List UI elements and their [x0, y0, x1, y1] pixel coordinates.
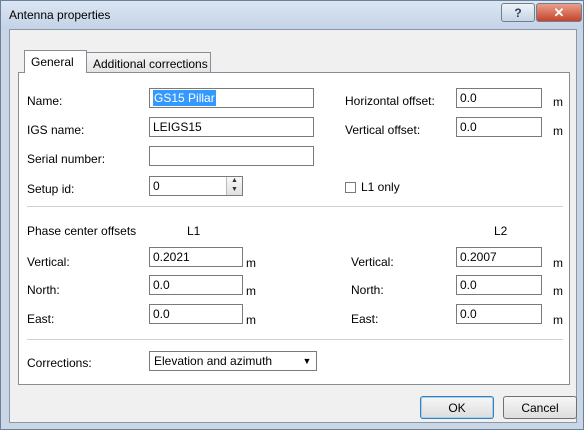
corrections-label: Corrections: [27, 356, 92, 370]
close-button[interactable]: ✕ [536, 3, 582, 22]
title-bar[interactable]: Antenna properties ? ✕ [1, 1, 583, 29]
l2-north-field[interactable]: 0.0 [456, 275, 542, 295]
l1-north-label: North: [27, 283, 60, 297]
separator [27, 339, 563, 340]
l1-north-unit: m [246, 284, 256, 298]
name-field[interactable]: GS15 Pillar [149, 88, 314, 108]
l2-east-field[interactable]: 0.0 [456, 304, 542, 324]
close-icon: ✕ [553, 4, 565, 20]
cancel-button[interactable]: Cancel [503, 396, 577, 419]
vertical-offset-label: Vertical offset: [345, 123, 421, 137]
l1-vertical-label: Vertical: [27, 255, 70, 269]
l2-east-unit: m [553, 313, 563, 327]
phase-center-header: Phase center offsets [27, 224, 137, 238]
window-title: Antenna properties [9, 8, 111, 22]
help-button[interactable]: ? [501, 3, 535, 22]
igs-name-label: IGS name: [27, 123, 85, 137]
setup-id-spin[interactable]: ▲ ▼ [226, 177, 242, 195]
name-label: Name: [27, 94, 63, 108]
setup-id-label: Setup id: [27, 182, 75, 196]
igs-name-field[interactable]: LEIGS15 [149, 117, 314, 137]
help-icon: ? [514, 5, 522, 20]
name-value: GS15 Pillar [153, 90, 216, 106]
l1-vertical-field[interactable]: 0.2021 [149, 247, 243, 267]
horizontal-offset-field[interactable]: 0.0 [456, 88, 542, 108]
serial-number-field[interactable] [149, 146, 314, 166]
l2-header: L2 [494, 224, 508, 238]
l1-east-field[interactable]: 0.0 [149, 304, 243, 324]
tab-panel-general: Name: GS15 Pillar IGS name: LEIGS15 Seri… [18, 72, 570, 385]
l1-only-checkbox[interactable] [345, 182, 356, 193]
vertical-offset-unit: m [553, 124, 563, 138]
tab-additional-corrections[interactable]: Additional corrections [86, 52, 211, 73]
corrections-dropdown[interactable]: Elevation and azimuth ▼ [149, 351, 317, 371]
serial-number-label: Serial number: [27, 152, 106, 166]
setup-id-stepper[interactable]: 0 ▲ ▼ [149, 176, 243, 196]
l2-east-label: East: [351, 312, 379, 326]
horizontal-offset-unit: m [553, 95, 563, 109]
tab-general[interactable]: General [24, 50, 87, 73]
spin-up-icon[interactable]: ▲ [227, 177, 242, 185]
separator [27, 206, 563, 207]
vertical-offset-field[interactable]: 0.0 [456, 117, 542, 137]
l1-east-label: East: [27, 312, 55, 326]
dialog-client: General Additional corrections Name: GS1… [9, 29, 577, 423]
dialog-window: Antenna properties ? ✕ General Additiona… [0, 0, 584, 430]
l2-vertical-unit: m [553, 256, 563, 270]
setup-id-value: 0 [153, 179, 160, 193]
l2-vertical-label: Vertical: [351, 255, 394, 269]
l1-east-unit: m [246, 313, 256, 327]
l1-only-label: L1 only [361, 180, 400, 194]
l2-north-unit: m [553, 284, 563, 298]
l1-vertical-unit: m [246, 256, 256, 270]
l2-north-label: North: [351, 283, 384, 297]
chevron-down-icon[interactable]: ▼ [299, 353, 315, 369]
l1-north-field[interactable]: 0.0 [149, 275, 243, 295]
ok-button[interactable]: OK [420, 396, 494, 419]
l1-header: L1 [187, 224, 201, 238]
horizontal-offset-label: Horizontal offset: [345, 94, 435, 108]
l2-vertical-field[interactable]: 0.2007 [456, 247, 542, 267]
spin-down-icon[interactable]: ▼ [227, 185, 242, 194]
corrections-value: Elevation and azimuth [154, 354, 273, 368]
